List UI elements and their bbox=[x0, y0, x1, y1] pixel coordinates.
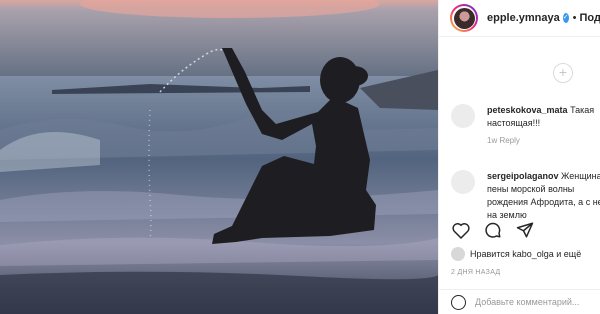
verified-badge-icon: ✓ bbox=[562, 13, 569, 23]
post-header: epple.ymnaya ✓ • Подписаться bbox=[439, 0, 600, 37]
avatar-image bbox=[453, 7, 475, 29]
username[interactable]: epple.ymnaya bbox=[487, 12, 560, 24]
comment-item: peteskokova_mata Такая настоящая!!! 1w R… bbox=[451, 104, 600, 147]
comment-icon[interactable] bbox=[483, 220, 503, 240]
post-timestamp: 2 ДНЯ НАЗАД bbox=[451, 269, 501, 276]
comment-item: sergeipolaganov Женщина из пены морской … bbox=[451, 170, 600, 222]
comment-avatar[interactable] bbox=[451, 104, 475, 128]
follow-button[interactable]: Подписаться bbox=[580, 12, 600, 24]
comment-input[interactable]: Добавьте комментарий... bbox=[475, 297, 579, 307]
comment-username[interactable]: peteskokova_mata bbox=[487, 105, 568, 115]
avatar[interactable] bbox=[450, 4, 478, 32]
comment-avatar[interactable] bbox=[451, 170, 475, 194]
comment-body: peteskokova_mata Такая настоящая!!! 1w R… bbox=[487, 104, 600, 147]
liker-avatar bbox=[451, 247, 465, 261]
likes-text: Нравится kabo_olga и ещё bbox=[470, 249, 582, 259]
header-separator: • bbox=[572, 12, 577, 24]
post-photo[interactable] bbox=[0, 0, 438, 314]
beach-photo bbox=[0, 0, 438, 314]
post-actions bbox=[451, 220, 535, 240]
avatar-border bbox=[452, 6, 476, 30]
heart-icon[interactable] bbox=[451, 220, 471, 240]
post-sidebar: epple.ymnaya ✓ • Подписаться + peteskoko… bbox=[438, 0, 600, 314]
comment-username[interactable]: sergeipolaganov bbox=[487, 171, 559, 181]
add-comment-bar: Добавьте комментарий... bbox=[439, 289, 600, 314]
comment-meta[interactable]: 1w Reply bbox=[487, 134, 600, 147]
likes-summary[interactable]: Нравится kabo_olga и ещё bbox=[451, 247, 581, 261]
emoji-icon[interactable] bbox=[451, 294, 466, 310]
add-icon[interactable]: + bbox=[553, 63, 573, 83]
comment-body: sergeipolaganov Женщина из пены морской … bbox=[487, 170, 600, 222]
share-icon[interactable] bbox=[515, 220, 535, 240]
